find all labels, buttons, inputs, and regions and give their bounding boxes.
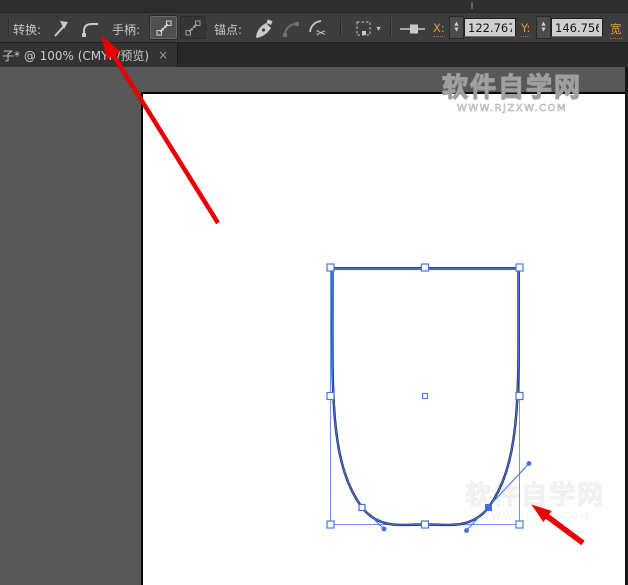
spin-down-icon[interactable]: ▼: [454, 27, 458, 34]
control-bar: 转换: 手柄: 锚点: ✂ ▾ X: ▲ ▼ 122.767 Y: ▲ ▼ 14…: [0, 13, 628, 43]
panel-divider-tick: [471, 2, 473, 9]
document-tab-title: 子* @ 100% (CMYK/预览): [2, 48, 150, 63]
delete-anchor-button[interactable]: [250, 16, 278, 41]
anchor-label: 锚点:: [214, 23, 243, 37]
chevron-down-icon: ▾: [376, 24, 381, 33]
reference-slider-icon: [400, 24, 425, 34]
illustrator-window: { "toolbar": { "convert_label": "转换:", "…: [0, 0, 628, 585]
hide-handles-icon: [185, 20, 201, 35]
show-handles-icon: [156, 20, 171, 35]
y-coordinate-input[interactable]: [551, 18, 603, 37]
pen-nib-icon: [256, 18, 273, 38]
show-handles-button[interactable]: [150, 16, 177, 39]
x-coordinate-label[interactable]: X:: [433, 21, 445, 37]
y-spinner[interactable]: ▲ ▼: [536, 16, 551, 39]
convert-corner-icon: [54, 20, 68, 37]
document-tab-bar: 子* @ 100% (CMYK/预览) ×: [0, 43, 628, 67]
connect-endpoints-button[interactable]: [279, 17, 305, 40]
convert-to-corner-button[interactable]: [48, 17, 74, 40]
convert-to-smooth-button[interactable]: [77, 17, 103, 40]
svg-text:✂: ✂: [316, 26, 326, 40]
cut-path-button[interactable]: ✂: [305, 16, 335, 41]
x-spinner[interactable]: ▲ ▼: [449, 16, 464, 39]
convert-smooth-icon: [82, 22, 98, 37]
hide-handles-button[interactable]: [180, 16, 206, 39]
connect-endpoints-icon: [283, 21, 299, 37]
document-tab[interactable]: 子* @ 100% (CMYK/预览) ×: [0, 43, 179, 67]
toolbar-separator: [390, 18, 391, 37]
toolbar-separator: [340, 18, 341, 37]
reference-point-widget[interactable]: [398, 21, 428, 37]
y-coordinate-label[interactable]: Y:: [521, 21, 531, 37]
canvas-area[interactable]: 软件自学网 WWW.RJZXW.COM 软件自学网 WWW.RJZXW.COM: [0, 67, 628, 585]
x-coordinate-input[interactable]: [464, 18, 516, 37]
spin-down-icon[interactable]: ▼: [541, 27, 545, 34]
tab-close-icon[interactable]: ×: [158, 49, 168, 61]
cut-path-scissors-icon: ✂: [309, 19, 326, 40]
convert-label: 转换:: [13, 23, 42, 37]
toolbar-separator: [8, 18, 9, 37]
handles-label: 手柄:: [112, 23, 141, 37]
artboard[interactable]: [141, 92, 625, 585]
isolate-object-icon: [356, 21, 371, 35]
isolate-object-button[interactable]: ▾: [348, 16, 388, 41]
width-label[interactable]: 宽: [610, 21, 622, 39]
window-top-strip: [0, 0, 628, 13]
